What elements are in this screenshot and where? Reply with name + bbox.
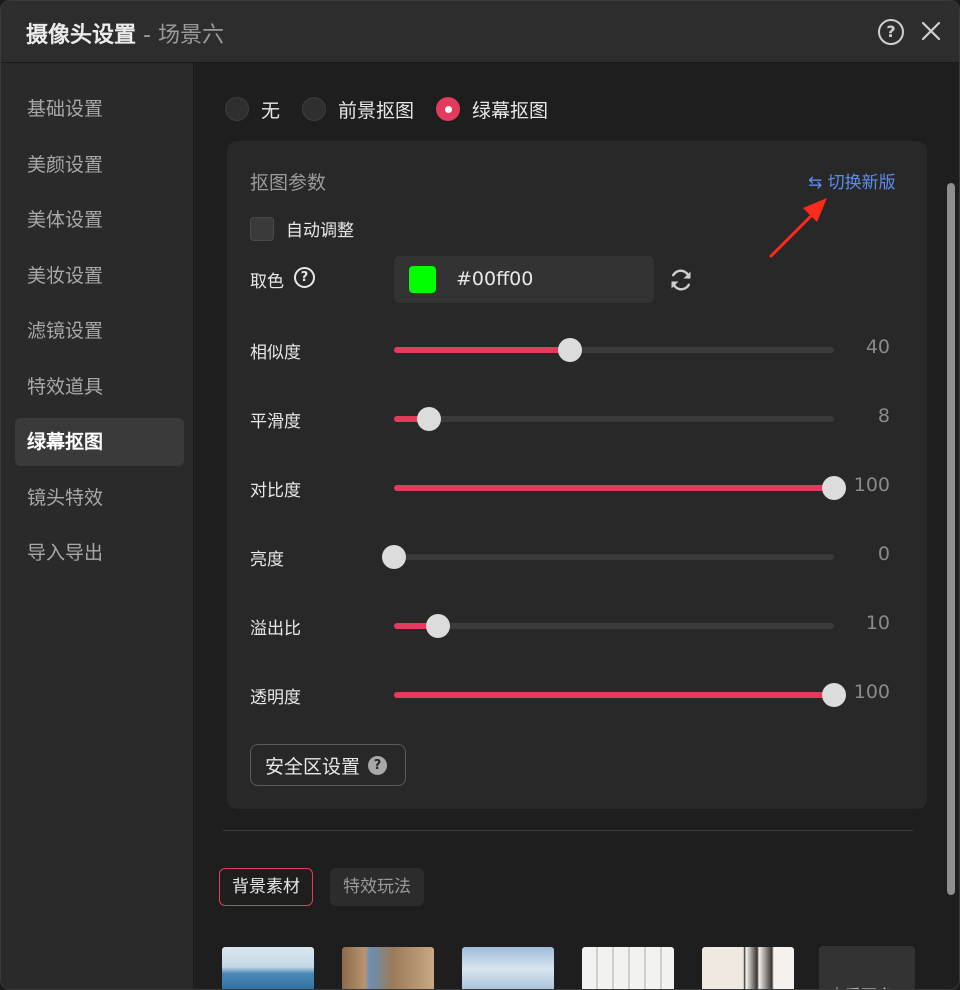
sidebar-item-basic[interactable]: 基础设置: [15, 85, 184, 133]
sidebar-item-body[interactable]: 美体设置: [15, 196, 184, 244]
slider-track[interactable]: [382, 545, 834, 569]
slider-label: 相似度: [250, 343, 301, 363]
tab-background-material[interactable]: 背景素材: [219, 868, 313, 906]
slider-track[interactable]: [394, 683, 846, 707]
background-thumbnail-japanese-room[interactable]: [702, 947, 794, 989]
slider-track[interactable]: [394, 407, 834, 431]
tab-effects-play[interactable]: 特效玩法: [330, 868, 424, 906]
question-circle-icon: ?: [368, 755, 388, 775]
pick-color-row: 取色 ? #00ff00: [250, 256, 710, 303]
slider-handle[interactable]: [417, 407, 442, 431]
radio-none[interactable]: 无: [225, 96, 280, 123]
radio-label: 前景抠图: [338, 99, 415, 122]
slider-similarity: 相似度 40: [250, 334, 900, 364]
slider-value: 10: [865, 612, 890, 634]
help-icon[interactable]: ?: [878, 19, 904, 45]
slider-fill: [394, 347, 570, 353]
panel-title: 抠图参数: [250, 172, 327, 194]
background-thumbnail-sea-view[interactable]: [222, 947, 314, 989]
auto-adjust-checkbox[interactable]: 自动调整: [250, 216, 354, 241]
slider-fill: [394, 485, 834, 491]
slider-label: 溢出比: [250, 619, 301, 639]
slider-label: 平滑度: [250, 412, 301, 432]
slider-track[interactable]: [394, 338, 834, 362]
slider-contrast: 对比度 100: [250, 472, 900, 502]
title-bar: 摄像头设置 - 场景六 ?: [1, 1, 959, 63]
radio-label: 绿幕抠图: [472, 99, 549, 122]
close-icon[interactable]: [919, 19, 943, 43]
title-main: 摄像头设置: [26, 23, 137, 48]
keying-params-panel: 抠图参数 ⇆ 切换新版 自动调整 取色 ? #00ff00 相似度 40 平滑度…: [227, 141, 927, 809]
sidebar-item-green-screen[interactable]: 绿幕抠图: [15, 418, 184, 466]
title-scene-name: 场景六: [157, 23, 224, 48]
refresh-icon[interactable]: [668, 267, 694, 293]
slider-track[interactable]: [394, 614, 834, 638]
color-hex-value: #00ff00: [456, 268, 534, 290]
background-thumbnail-sky[interactable]: [462, 947, 554, 989]
radio-label: 无: [261, 99, 281, 122]
question-circle-icon[interactable]: ?: [294, 267, 315, 288]
safe-zone-settings-button[interactable]: 安全区设置 ?: [250, 744, 406, 786]
sidebar-item-effects-props[interactable]: 特效道具: [15, 363, 184, 411]
slider-value: 100: [853, 681, 890, 703]
slider-fill: [394, 692, 834, 698]
view-more-label: 查看更多: [829, 982, 893, 989]
slider-value: 0: [877, 543, 890, 565]
slider-spill-ratio: 溢出比 10: [250, 610, 900, 640]
window-title: 摄像头设置 - 场景六: [26, 17, 224, 49]
settings-sidebar: 基础设置 美颜设置 美体设置 美妆设置 滤镜设置 特效道具 绿幕抠图 镜头特效 …: [1, 63, 194, 989]
auto-adjust-label: 自动调整: [286, 221, 354, 241]
slider-brightness: 亮度 0: [250, 541, 900, 571]
slider-value: 8: [877, 405, 890, 427]
checkbox-box: [250, 216, 274, 241]
color-picker-field[interactable]: #00ff00: [394, 256, 654, 303]
sidebar-item-filter[interactable]: 滤镜设置: [15, 307, 184, 355]
safe-zone-label: 安全区设置: [265, 755, 361, 778]
vertical-scrollbar[interactable]: [947, 183, 955, 895]
background-thumbnail-stone-wall[interactable]: [342, 947, 434, 989]
slider-handle[interactable]: [426, 614, 450, 638]
radio-dot: [436, 97, 461, 121]
slider-handle[interactable]: [382, 545, 406, 569]
slider-track[interactable]: [394, 476, 846, 500]
view-more-button[interactable]: 查看更多: [819, 946, 915, 989]
slider-value: 100: [853, 474, 890, 496]
keying-mode-group: 无 前景抠图 绿幕抠图: [225, 95, 570, 123]
slider-label: 对比度: [250, 481, 301, 501]
radio-green-screen-keying[interactable]: 绿幕抠图: [436, 96, 548, 123]
radio-dot: [225, 97, 249, 121]
sidebar-item-import-export[interactable]: 导入导出: [15, 529, 184, 577]
pick-color-label: 取色: [250, 272, 284, 292]
slider-smoothness: 平滑度 8: [250, 403, 900, 433]
slider-handle[interactable]: [558, 338, 582, 362]
slider-handle[interactable]: [822, 683, 846, 707]
slider-label: 透明度: [250, 688, 301, 708]
slider-opacity: 透明度 100: [250, 679, 900, 709]
title-separator: -: [136, 23, 158, 48]
sidebar-item-lens-effects[interactable]: 镜头特效: [15, 474, 184, 522]
radio-foreground-keying[interactable]: 前景抠图: [302, 96, 414, 123]
radio-dot: [302, 97, 327, 121]
slider-label: 亮度: [250, 550, 284, 570]
sidebar-item-makeup[interactable]: 美妆设置: [15, 252, 184, 300]
main-content: 无 前景抠图 绿幕抠图 抠图参数 ⇆ 切换新版 自动调整 取色 ? #00ff0…: [195, 63, 959, 989]
switch-new-version-link[interactable]: ⇆ 切换新版: [808, 168, 896, 193]
background-thumbnail-white-room[interactable]: [582, 947, 674, 989]
camera-settings-window: 摄像头设置 - 场景六 ? 基础设置 美颜设置 美体设置 美妆设置 滤镜设置 特…: [0, 0, 960, 990]
sidebar-item-beauty[interactable]: 美颜设置: [15, 141, 184, 189]
slider-handle[interactable]: [822, 476, 846, 500]
color-swatch: [409, 266, 436, 293]
section-divider: [223, 830, 913, 831]
slider-value: 40: [865, 336, 890, 358]
